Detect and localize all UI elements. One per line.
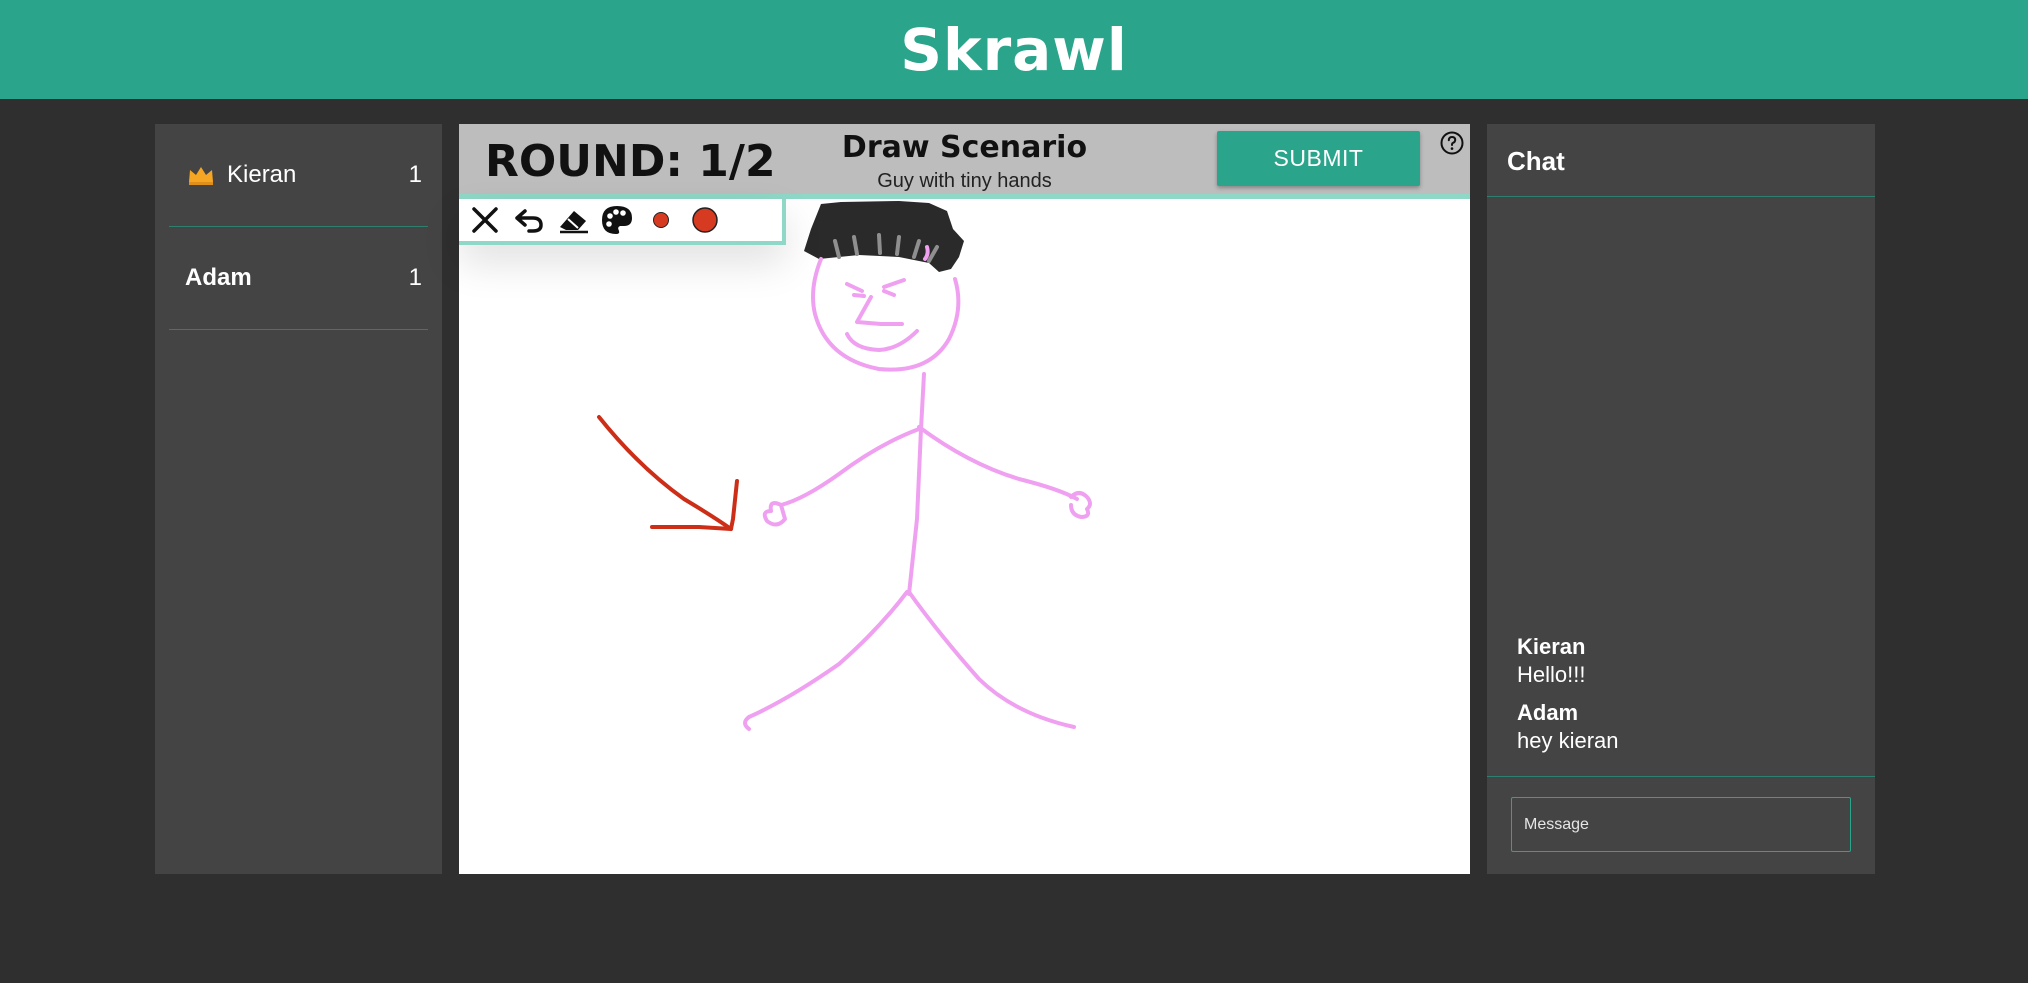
submit-button[interactable]: SUBMIT [1217,131,1420,186]
app-header: Skrawl [0,0,2028,99]
chat-message: Kieran Hello!!! [1517,634,1857,688]
game-area: ROUND: 1/2 Draw Scenario Guy with tiny h… [459,124,1470,874]
small-brush-icon[interactable] [643,202,679,238]
players-panel: Kieran 1 Adam 1 [155,124,442,874]
message-text: Hello!!! [1517,662,1586,687]
player-name: Adam [185,264,252,291]
game-header: ROUND: 1/2 Draw Scenario Guy with tiny h… [459,124,1470,199]
message-input[interactable] [1511,797,1851,852]
app-title: Skrawl [900,15,1128,84]
drawing-canvas[interactable] [459,199,1470,874]
player-row: Adam 1 [169,227,428,330]
stick-figure-drawing [743,245,1092,731]
chat-message: Adam hey kieran [1517,700,1857,754]
hat-drawing [804,201,964,272]
message-author: Adam [1517,700,1579,725]
arrow-drawing [597,415,739,531]
chat-header: Chat [1487,124,1875,197]
drawing-toolbar [459,199,786,245]
player-score: 1 [408,264,422,291]
palette-icon[interactable] [599,202,635,238]
eraser-icon[interactable] [555,202,591,238]
large-brush-icon[interactable] [687,202,723,238]
player-name: Kieran [227,161,297,188]
help-icon[interactable] [1440,131,1464,155]
crown-icon [189,167,213,185]
player-score: 1 [408,161,422,188]
player-row: Kieran 1 [169,124,428,227]
clear-icon[interactable] [467,202,503,238]
chat-panel: Chat Kieran Hello!!! Adam hey kieran [1487,124,1875,874]
chat-messages: Kieran Hello!!! Adam hey kieran [1517,634,1857,766]
undo-icon[interactable] [511,202,547,238]
message-author: Kieran [1517,634,1586,659]
chat-footer [1487,776,1875,875]
message-text: hey kieran [1517,728,1619,753]
chat-title: Chat [1507,146,1565,176]
